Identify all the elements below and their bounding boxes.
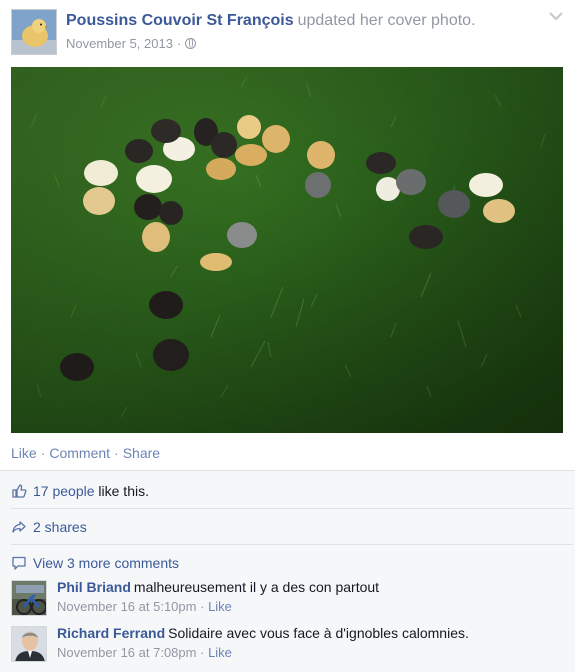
thumbs-up-icon bbox=[12, 483, 27, 498]
comment-text: Solidaire avec vous face à d'ignobles ca… bbox=[168, 625, 469, 641]
comment-bubble-icon bbox=[12, 556, 26, 570]
cover-photo[interactable] bbox=[11, 67, 563, 433]
feedback-section: 17 people like this. 2 shares View 3 mor… bbox=[0, 470, 575, 672]
likes-count-link[interactable]: 17 people bbox=[33, 483, 95, 499]
comment-timestamp-link[interactable]: November 16 at 7:08pm bbox=[57, 645, 196, 660]
like-link[interactable]: Like bbox=[11, 445, 37, 461]
comment-meta: November 16 at 7:08pm · Like bbox=[57, 645, 232, 660]
comment-like-link[interactable]: Like bbox=[208, 599, 232, 614]
cover-photo-image bbox=[11, 67, 563, 433]
action-separator: · bbox=[40, 445, 46, 461]
commenter-avatar[interactable] bbox=[11, 626, 47, 662]
feed-story: Poussins Couvoir St François updated her … bbox=[0, 0, 575, 672]
story-action-text: updated her cover photo. bbox=[297, 12, 476, 29]
comment-meta-separator: · bbox=[200, 599, 205, 614]
likes-suffix: like this. bbox=[98, 482, 149, 499]
commenter-name-link[interactable]: Richard Ferrand bbox=[57, 625, 165, 641]
comment-body: Richard Ferrand Solidaire avec vous face … bbox=[57, 625, 469, 641]
meta-separator: · bbox=[176, 36, 182, 51]
comment-item: Richard Ferrand Solidaire avec vous face … bbox=[11, 623, 573, 667]
shares-row: 2 shares bbox=[11, 509, 573, 545]
shares-link[interactable]: 2 shares bbox=[33, 519, 87, 535]
comment-meta: November 16 at 5:10pm · Like bbox=[57, 599, 232, 614]
chevron-down-icon[interactable] bbox=[548, 10, 564, 22]
comment-text: malheureusement il y a des con partout bbox=[133, 579, 380, 595]
page-avatar[interactable] bbox=[11, 9, 57, 55]
globe-icon[interactable] bbox=[185, 38, 197, 49]
story-actions: Like · Comment · Share bbox=[11, 445, 160, 461]
story-meta: November 5, 2013 · bbox=[66, 36, 197, 51]
comment-meta-separator: · bbox=[200, 645, 205, 660]
story-header: Poussins Couvoir St François updated her … bbox=[66, 12, 476, 30]
post-date-link[interactable]: November 5, 2013 bbox=[66, 36, 173, 51]
action-separator: · bbox=[114, 445, 119, 461]
comment-timestamp-link[interactable]: November 16 at 5:10pm bbox=[57, 599, 196, 614]
view-more-row: View 3 more comments bbox=[11, 545, 573, 581]
comment-body: Phil Briand malheureusement il y a des co… bbox=[57, 579, 379, 595]
share-link[interactable]: Share bbox=[123, 445, 160, 461]
share-arrow-icon bbox=[12, 520, 26, 533]
author-name-link[interactable]: Poussins Couvoir St François bbox=[66, 12, 294, 29]
comment-link[interactable]: Comment bbox=[49, 445, 110, 461]
comment-item: Phil Briand malheureusement il y a des co… bbox=[11, 577, 573, 621]
view-more-comments-link[interactable]: View 3 more comments bbox=[33, 555, 179, 571]
likes-row: 17 people like this. bbox=[11, 473, 573, 509]
commenter-name-link[interactable]: Phil Briand bbox=[57, 579, 131, 595]
commenter-avatar[interactable] bbox=[11, 580, 47, 616]
comment-like-link[interactable]: Like bbox=[208, 645, 232, 660]
